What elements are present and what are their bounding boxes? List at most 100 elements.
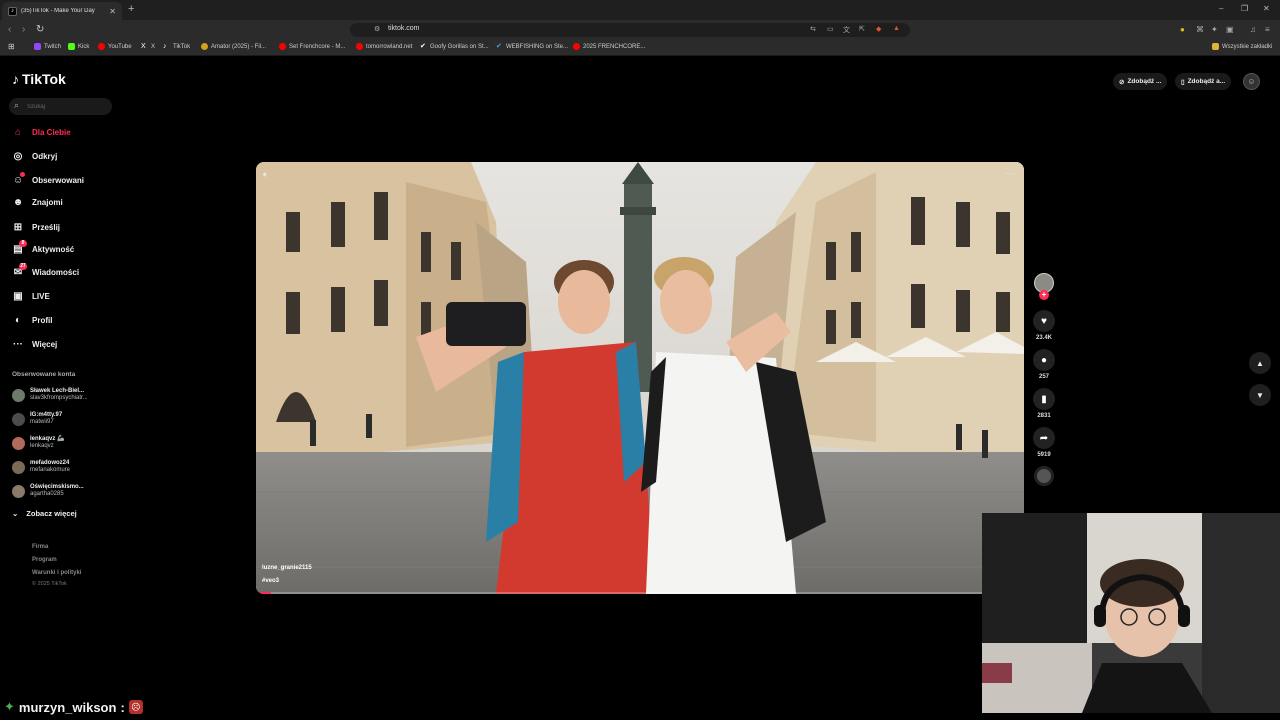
nav-following[interactable]: ☺ Obserwowani xyxy=(12,172,85,186)
like-action[interactable]: ♥ 23.4K xyxy=(1032,310,1056,341)
apps-grid-icon[interactable]: ⊞ xyxy=(8,42,15,51)
bookmark-kick[interactable]: Kick xyxy=(68,43,89,50)
video-hashtag[interactable]: #veo3 xyxy=(262,578,279,584)
previous-video-button[interactable]: ▲ xyxy=(1249,352,1271,374)
cast-icon[interactable]: ▭ xyxy=(827,25,834,33)
user-avatar[interactable]: ☺ xyxy=(1243,73,1260,90)
browser-tab[interactable]: ♪ (35)TikTok - Make Your Day ✕ xyxy=(2,2,122,20)
brave-rewards-icon[interactable]: ▲ xyxy=(893,25,900,32)
music-disc-icon[interactable] xyxy=(1034,466,1054,486)
maximize-button[interactable]: ❐ xyxy=(1241,4,1248,13)
comment-icon[interactable]: ● xyxy=(1033,349,1055,371)
nav-messages[interactable]: ✉ 27 Wiadomości xyxy=(12,263,79,278)
bookmark-all[interactable]: Wszystkie zakładki xyxy=(1212,43,1272,50)
bookmark-youtube[interactable]: YouTube xyxy=(98,43,132,50)
browser-tab-bar: ♪ (35)TikTok - Make Your Day ✕ + – ❐ ✕ xyxy=(0,0,1280,20)
follow-button[interactable]: + xyxy=(1039,290,1049,300)
nav-upload[interactable]: ⊞ Prześlij xyxy=(12,222,60,233)
video-author[interactable]: luzne_granie2115 xyxy=(262,565,312,571)
bookmark-frenchcore[interactable]: Set Frenchcore - M... xyxy=(279,43,345,50)
get-coins-button[interactable]: ⊘ Zdobądź ... xyxy=(1113,73,1168,90)
brave-shield-icon[interactable]: ◆ xyxy=(876,25,881,33)
get-app-button[interactable]: ▯ Zdobądź a... xyxy=(1175,73,1232,90)
heart-icon[interactable]: ♥ xyxy=(1033,310,1055,332)
nav-live[interactable]: ▣ LIVE xyxy=(12,291,50,302)
comment-count: 257 xyxy=(1038,374,1049,380)
next-video-button[interactable]: ▼ xyxy=(1249,384,1271,406)
translate-page-icon[interactable]: 文 xyxy=(843,25,850,35)
tiktok-logo[interactable]: ♪ TikTok xyxy=(12,71,66,87)
nav-explore[interactable]: ◎ Odkryj xyxy=(12,151,58,162)
translate-icon[interactable]: ⇆ xyxy=(810,25,816,33)
back-icon[interactable]: ‹ xyxy=(8,24,11,35)
nav-profile[interactable]: ◐ Profil xyxy=(12,315,52,326)
close-tab-icon[interactable]: ✕ xyxy=(109,7,116,16)
search-box[interactable]: ⌕ xyxy=(9,98,112,115)
bookmark-goofy-gorillas[interactable]: ✔ Goofy Gorillas on St... xyxy=(420,43,489,50)
followed-account[interactable]: mefadowoz24 mefanakomure xyxy=(12,460,70,474)
followed-accounts-title: Obserwowane konta xyxy=(12,371,76,378)
video-progress-bar[interactable] xyxy=(256,592,1024,594)
footer-link-program[interactable]: Program xyxy=(32,554,81,567)
messages-badge: 27 xyxy=(19,263,27,270)
following-icon: ☺ xyxy=(12,172,25,186)
see-more-button[interactable]: ⌄ Zobacz więcej xyxy=(12,509,77,518)
new-tab-button[interactable]: + xyxy=(128,3,134,15)
bookmark-twitch[interactable]: Twitch xyxy=(34,43,61,50)
sidebar-icon[interactable]: ▣ xyxy=(1226,25,1234,34)
nav-more[interactable]: ··· Więcej xyxy=(12,339,57,350)
mute-icon[interactable]: 🔈︎ xyxy=(263,169,268,180)
media-icon[interactable]: ♫ xyxy=(1250,25,1256,34)
bookmark-amator[interactable]: Amator (2025) - Fil... xyxy=(201,43,266,50)
menu-icon[interactable]: ≡ xyxy=(1265,25,1270,34)
bookmark-webfishing[interactable]: ✔ WEBFISHING on Ste... xyxy=(496,43,568,50)
bookmark-x[interactable]: XX xyxy=(141,43,155,50)
bookmark-icon[interactable]: ▮ xyxy=(1033,388,1055,410)
search-input[interactable] xyxy=(27,101,107,112)
more-options-icon[interactable]: ··· xyxy=(1005,168,1014,178)
steam-icon: ✔ xyxy=(420,43,426,50)
share-action[interactable]: ➦ 5919 xyxy=(1032,427,1056,458)
followed-account[interactable]: IG:m4tty.97 matwii97 xyxy=(12,412,62,426)
footer-links: Firma Program Warunki i polityki © 2025 … xyxy=(32,541,81,588)
followed-account[interactable]: Sławek Lech-Biel... slav3kfrompsychiatr..… xyxy=(12,388,88,402)
video-player[interactable]: 🔈︎ ··· luzne_granie2115 #veo3 xyxy=(256,162,1024,594)
chat-username: murzyn_wikson xyxy=(18,699,117,715)
extension-icon[interactable]: ● xyxy=(1180,25,1185,34)
url-bar[interactable]: ⚙ tiktok.com ⇆ ▭ 文 ⇱ ◆ ▲ xyxy=(350,23,910,37)
home-icon: ⌂ xyxy=(14,127,22,138)
avatar xyxy=(12,412,25,426)
site-info-icon[interactable]: ⚙ xyxy=(374,25,380,33)
forward-icon[interactable]: › xyxy=(22,24,25,35)
save-action[interactable]: ▮ 2831 xyxy=(1032,388,1056,419)
followed-account[interactable]: lenkaqvz 🦾 lenkaqvz xyxy=(12,436,64,450)
account-name: lenkaqvz 🦾 xyxy=(30,436,65,442)
footer-link-terms[interactable]: Warunki i polityki xyxy=(32,567,81,580)
button-label: Zdobądź ... xyxy=(1127,78,1162,85)
reload-icon[interactable]: ↻ xyxy=(36,24,44,35)
share-icon[interactable]: ⇱ xyxy=(859,25,865,33)
extension-icon[interactable]: ⌘ xyxy=(1196,25,1204,34)
nav-label: Obserwowani xyxy=(32,176,85,185)
nav-label: Odkryj xyxy=(32,152,58,161)
nav-for-you[interactable]: ⌂ Dla Ciebie xyxy=(12,127,71,138)
tab-title: (35)TikTok - Make Your Day xyxy=(21,8,95,14)
comment-action[interactable]: ● 257 xyxy=(1032,349,1056,380)
more-icon: ··· xyxy=(13,339,23,350)
close-window-button[interactable]: ✕ xyxy=(1263,4,1270,13)
bookmark-2025-frenchcore[interactable]: 2025 FRENCHCORE... xyxy=(573,43,645,50)
minimize-button[interactable]: – xyxy=(1219,4,1223,13)
footer-link-company[interactable]: Firma xyxy=(32,541,81,554)
nav-friends[interactable]: ☻ Znajomi xyxy=(12,197,63,208)
url-text[interactable]: tiktok.com xyxy=(388,25,420,32)
nav-activity[interactable]: ▤ 8 Aktywność xyxy=(12,240,74,255)
bookmark-tiktok[interactable]: ♪ TikTok xyxy=(163,43,190,50)
nav-label: Znajomi xyxy=(32,198,63,207)
steam-icon: ✔ xyxy=(496,43,502,50)
share-arrow-icon[interactable]: ➦ xyxy=(1033,427,1055,449)
youtube-icon xyxy=(98,43,105,50)
followed-account[interactable]: Oświęcimskismo... agartha0285 xyxy=(12,484,84,498)
bookmark-tomorrowland[interactable]: tomorrowland.net xyxy=(356,43,412,50)
save-count: 2831 xyxy=(1037,413,1051,419)
extensions-puzzle-icon[interactable]: ✦ xyxy=(1211,25,1218,34)
